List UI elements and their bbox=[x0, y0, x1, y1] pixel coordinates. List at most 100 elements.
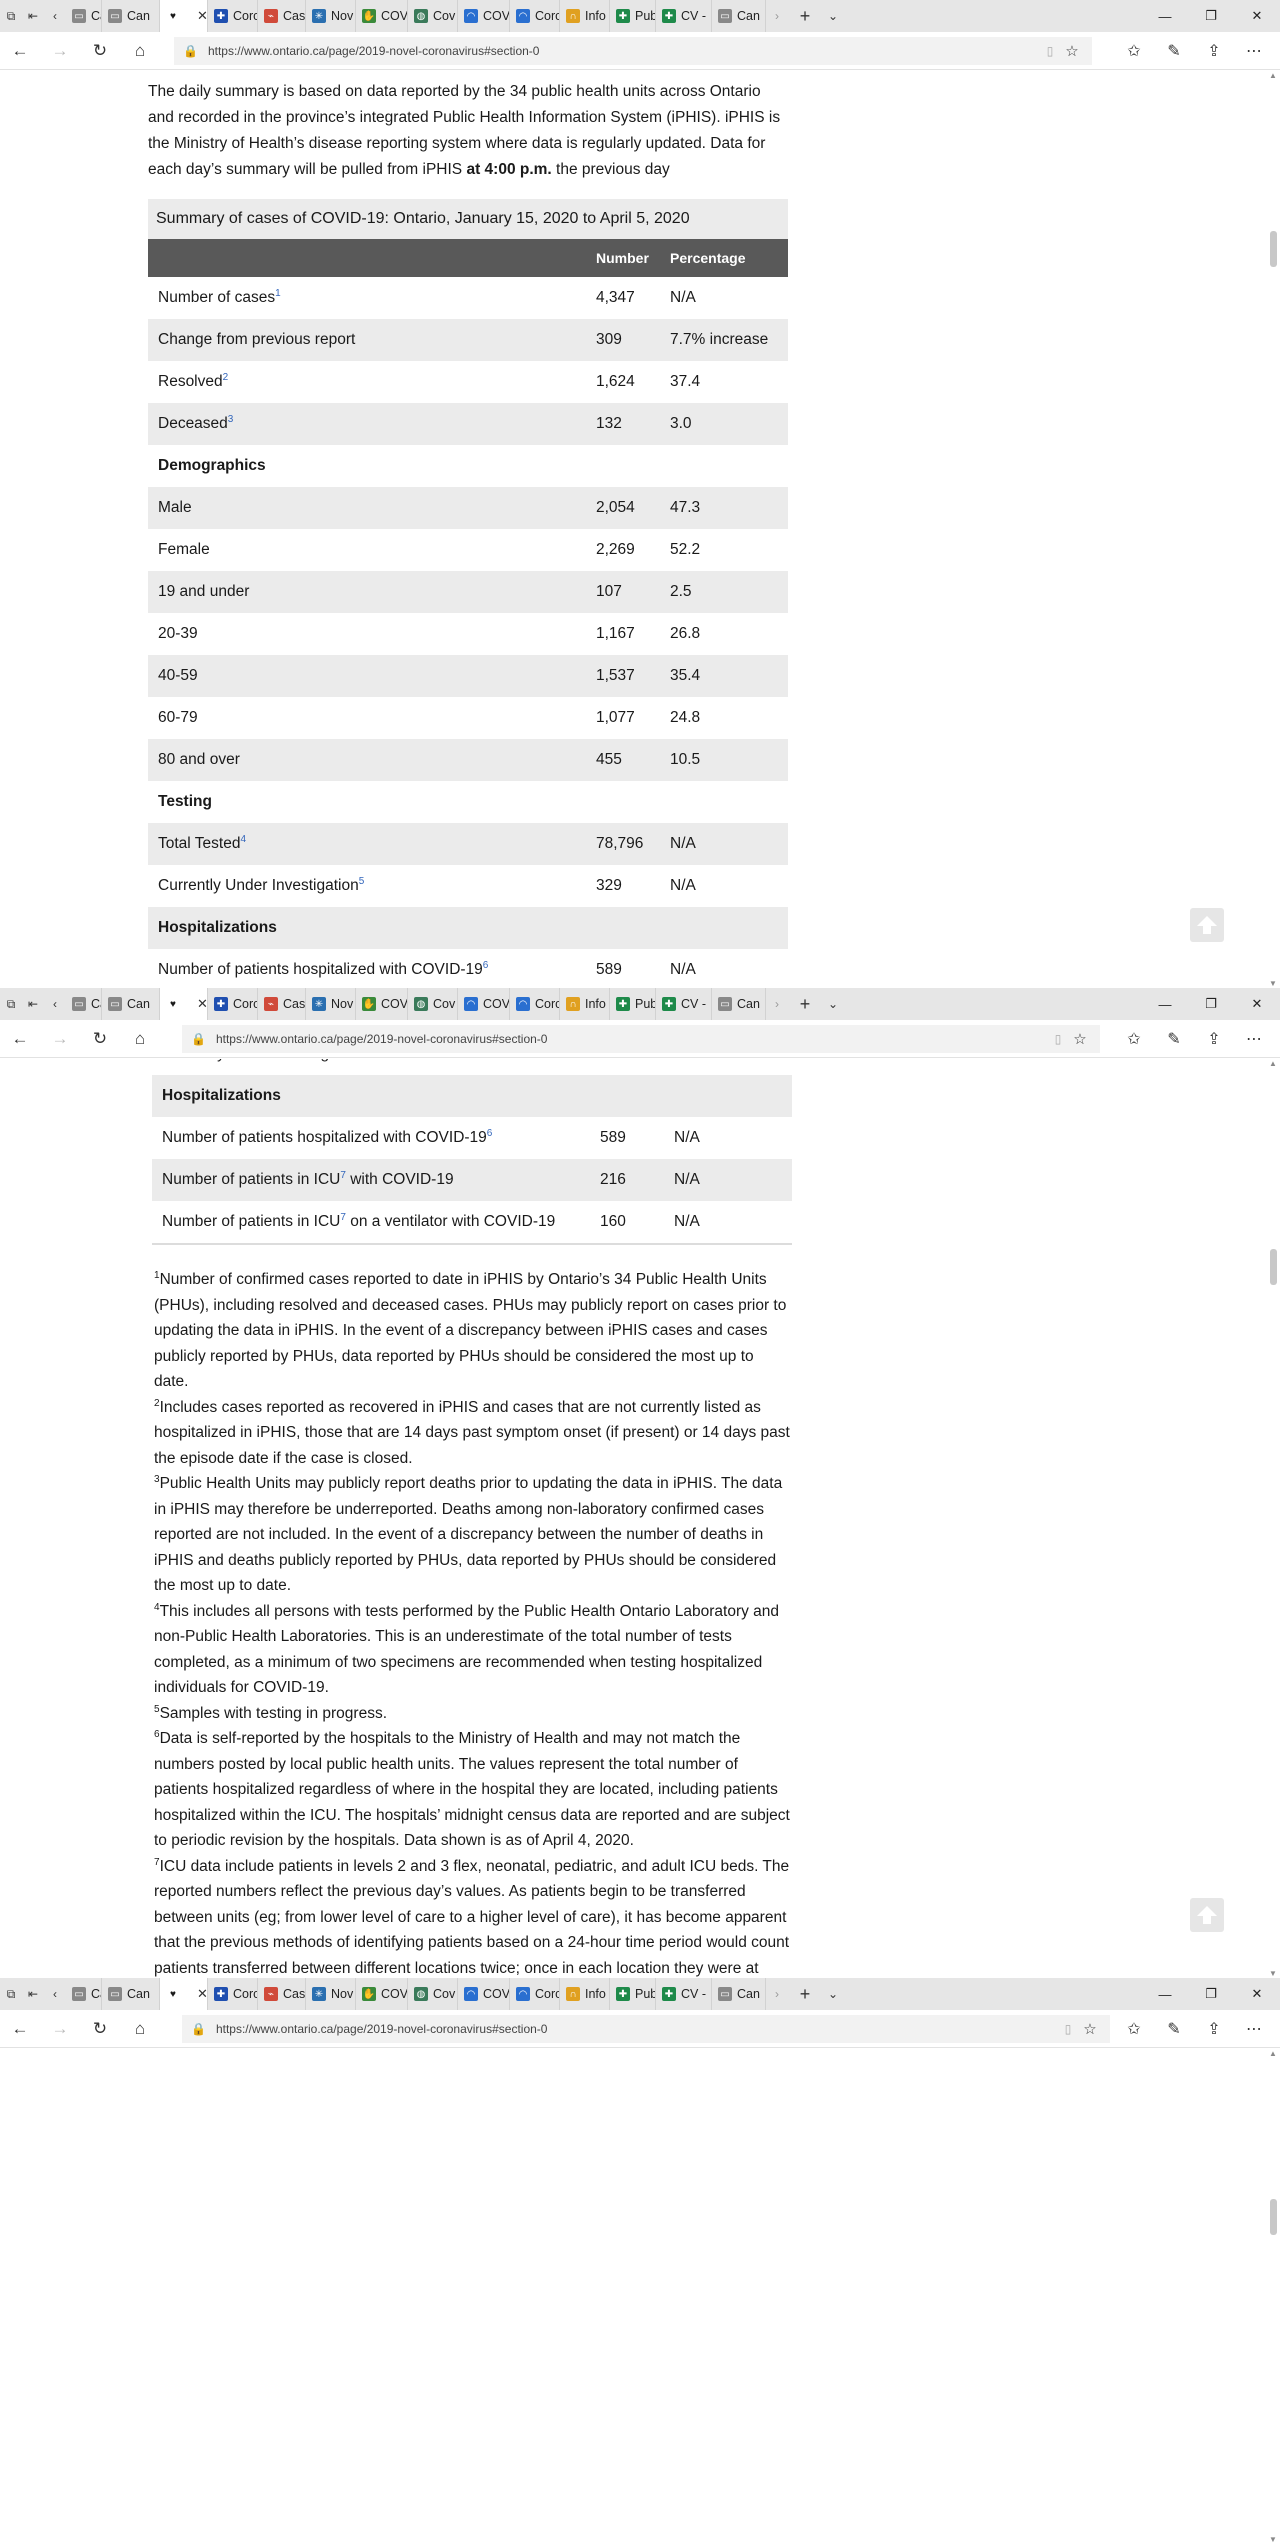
browser-tab[interactable]: ✚ Corc bbox=[208, 1978, 258, 2010]
vertical-scrollbar[interactable]: ▲ ▼ bbox=[1266, 1059, 1280, 1978]
browser-tab[interactable]: ∩ Info bbox=[560, 1978, 610, 2010]
favorite-star-icon[interactable]: ☆ bbox=[1069, 1030, 1091, 1048]
refresh-icon[interactable]: ↻ bbox=[80, 32, 120, 70]
favorite-star-icon[interactable]: ☆ bbox=[1079, 2020, 1101, 2038]
restore-icon[interactable]: ❐ bbox=[1188, 0, 1234, 32]
notes-pen-icon[interactable]: ✎ bbox=[1154, 41, 1194, 61]
browser-tab[interactable]: ✚ Pub bbox=[610, 0, 656, 32]
new-tab-icon[interactable]: + bbox=[788, 5, 822, 27]
back-to-top-button[interactable] bbox=[1190, 908, 1224, 942]
browser-tab[interactable]: ◍ Cov bbox=[408, 0, 458, 32]
set-tabs-aside-icon[interactable]: ⇤ bbox=[22, 993, 44, 1015]
refresh-icon[interactable]: ↻ bbox=[80, 1020, 120, 1058]
scroll-down-arrow-icon[interactable]: ▼ bbox=[1266, 2535, 1280, 2544]
set-tabs-aside-icon[interactable]: ⇤ bbox=[22, 5, 44, 27]
browser-tab[interactable]: ✋ COV bbox=[356, 1978, 408, 2010]
browser-tab[interactable]: ⌁ Case bbox=[258, 988, 306, 1020]
browser-tab[interactable]: ✳ Nov bbox=[306, 0, 356, 32]
notes-pen-icon[interactable]: ✎ bbox=[1154, 1029, 1194, 1049]
favorites-icon[interactable]: ✩ bbox=[1114, 41, 1154, 61]
reading-view-icon[interactable]: ▯ bbox=[1039, 44, 1061, 58]
refresh-icon[interactable]: ↻ bbox=[80, 2010, 120, 2048]
url-text[interactable]: https://www.ontario.ca/page/2019-novel-c… bbox=[216, 2022, 1057, 2036]
favorites-icon[interactable]: ✩ bbox=[1114, 2019, 1154, 2039]
share-icon[interactable]: ⇪ bbox=[1194, 41, 1234, 61]
footnote-ref-link[interactable]: 6 bbox=[483, 960, 489, 971]
back-icon[interactable]: ← bbox=[0, 2010, 40, 2048]
close-window-icon[interactable]: ✕ bbox=[1234, 1978, 1280, 2010]
vertical-scrollbar[interactable]: ▲ ▼ bbox=[1266, 71, 1280, 988]
footnote-ref-link[interactable]: 3 bbox=[228, 414, 234, 425]
scrollbar-thumb[interactable] bbox=[1270, 2199, 1277, 2235]
close-tab-icon[interactable]: ✕ bbox=[197, 1986, 207, 2002]
browser-tab[interactable]: ▭ Case bbox=[66, 988, 102, 1020]
home-icon[interactable]: ⌂ bbox=[120, 1020, 160, 1058]
tab-scroll-left-icon[interactable]: ‹ bbox=[44, 993, 66, 1015]
tab-scroll-right-icon[interactable]: › bbox=[766, 993, 788, 1015]
browser-tab[interactable]: ✚ Corc bbox=[208, 0, 258, 32]
browser-tab[interactable]: ▭ Can bbox=[712, 0, 766, 32]
more-icon[interactable]: ⋯ bbox=[1234, 41, 1274, 61]
browser-tab[interactable]: ⌁ Case bbox=[258, 1978, 306, 2010]
footnote-ref-link[interactable]: 2 bbox=[223, 372, 229, 383]
browser-tab[interactable]: ∩ Info bbox=[560, 0, 610, 32]
address-bar[interactable]: 🔒 https://www.ontario.ca/page/2019-novel-… bbox=[174, 36, 1092, 65]
restore-icon[interactable]: ❐ bbox=[1188, 988, 1234, 1020]
minimize-icon[interactable]: — bbox=[1142, 0, 1188, 32]
back-icon[interactable]: ← bbox=[0, 32, 40, 70]
browser-tab[interactable]: ♥ ✕ bbox=[160, 988, 208, 1020]
forward-icon[interactable]: → bbox=[40, 2010, 80, 2048]
new-tab-icon[interactable]: + bbox=[788, 993, 822, 1015]
browser-tab[interactable]: ∩ Info bbox=[560, 988, 610, 1020]
forward-icon[interactable]: → bbox=[40, 1020, 80, 1058]
address-bar[interactable]: 🔒 https://www.ontario.ca/page/2019-novel-… bbox=[182, 2014, 1110, 2043]
more-icon[interactable]: ⋯ bbox=[1234, 2019, 1274, 2039]
browser-tab[interactable]: ◠ COV bbox=[458, 1978, 510, 2010]
browser-tab[interactable]: ◍ Cov bbox=[408, 1978, 458, 2010]
share-icon[interactable]: ⇪ bbox=[1194, 2019, 1234, 2039]
browser-tab[interactable]: ✋ COV bbox=[356, 988, 408, 1020]
browser-tab[interactable]: ◍ Cov bbox=[408, 988, 458, 1020]
tab-preview-chevron-icon[interactable]: ⌄ bbox=[822, 993, 844, 1015]
browser-tab[interactable]: ◠ Corc bbox=[510, 0, 560, 32]
tab-scroll-right-icon[interactable]: › bbox=[766, 5, 788, 27]
browser-tab[interactable]: ✚ CV - bbox=[656, 0, 712, 32]
browser-tab[interactable]: ◠ COV bbox=[458, 0, 510, 32]
browser-tab[interactable]: ✚ Pub bbox=[610, 1978, 656, 2010]
vertical-scrollbar[interactable]: ▲ ▼ bbox=[1266, 2049, 1280, 2544]
browser-tab[interactable]: ▭ Case bbox=[66, 1978, 102, 2010]
share-icon[interactable]: ⇪ bbox=[1194, 1029, 1234, 1049]
browser-tab[interactable]: ✳ Nov bbox=[306, 1978, 356, 2010]
set-tabs-aside-icon[interactable]: ⇤ bbox=[22, 1983, 44, 2005]
browser-tab[interactable]: ▭ Can bbox=[102, 0, 160, 32]
scroll-up-arrow-icon[interactable]: ▲ bbox=[1266, 2049, 1280, 2058]
close-tab-icon[interactable]: ✕ bbox=[197, 996, 207, 1012]
close-window-icon[interactable]: ✕ bbox=[1234, 988, 1280, 1020]
browser-tab[interactable]: ◠ Corc bbox=[510, 988, 560, 1020]
address-bar[interactable]: 🔒 https://www.ontario.ca/page/2019-novel-… bbox=[182, 1024, 1100, 1053]
url-text[interactable]: https://www.ontario.ca/page/2019-novel-c… bbox=[208, 44, 1039, 58]
footnote-ref-link[interactable]: 5 bbox=[359, 876, 365, 887]
footnote-ref-link[interactable]: 1 bbox=[275, 288, 281, 299]
browser-tab[interactable]: ▭ Case bbox=[66, 0, 102, 32]
more-icon[interactable]: ⋯ bbox=[1234, 1029, 1274, 1049]
back-to-top-button[interactable] bbox=[1190, 1898, 1224, 1932]
scrollbar-thumb[interactable] bbox=[1270, 1249, 1277, 1285]
scroll-up-arrow-icon[interactable]: ▲ bbox=[1266, 71, 1280, 80]
browser-tab[interactable]: ◠ COV bbox=[458, 988, 510, 1020]
notes-pen-icon[interactable]: ✎ bbox=[1154, 2019, 1194, 2039]
minimize-icon[interactable]: — bbox=[1142, 988, 1188, 1020]
tab-actions-icon[interactable]: ⧉ bbox=[0, 993, 22, 1015]
browser-tab[interactable]: ▭ Can bbox=[102, 988, 160, 1020]
tab-scroll-right-icon[interactable]: › bbox=[766, 1983, 788, 2005]
scroll-down-arrow-icon[interactable]: ▼ bbox=[1266, 1969, 1280, 1978]
favorites-icon[interactable]: ✩ bbox=[1114, 1029, 1154, 1049]
tab-actions-icon[interactable]: ⧉ bbox=[0, 5, 22, 27]
forward-icon[interactable]: → bbox=[40, 32, 80, 70]
favorite-star-icon[interactable]: ☆ bbox=[1061, 42, 1083, 60]
home-icon[interactable]: ⌂ bbox=[120, 32, 160, 70]
reading-view-icon[interactable]: ▯ bbox=[1047, 1032, 1069, 1046]
close-window-icon[interactable]: ✕ bbox=[1234, 0, 1280, 32]
scroll-down-arrow-icon[interactable]: ▼ bbox=[1266, 979, 1280, 988]
browser-tab[interactable]: ▭ Can bbox=[712, 988, 766, 1020]
